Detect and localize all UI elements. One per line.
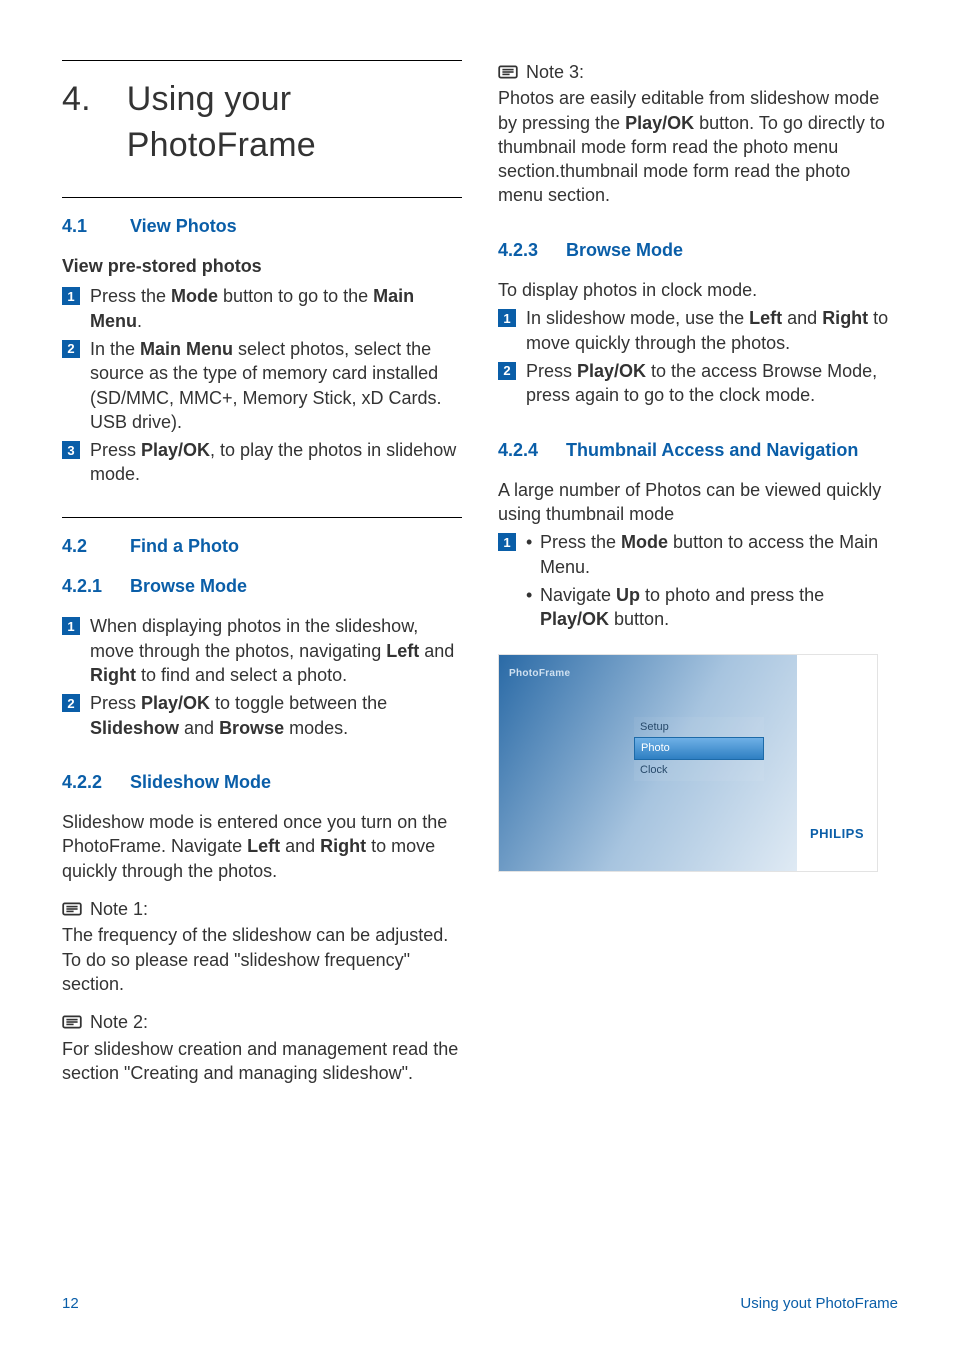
note-2-heading: Note 2: bbox=[62, 1010, 462, 1034]
section-number: 4.2.4 bbox=[498, 438, 548, 462]
note-1-heading: Note 1: bbox=[62, 897, 462, 921]
section-4-1-heading: 4.1 View Photos bbox=[62, 214, 462, 238]
step-body: In slideshow mode, use the Left and Righ… bbox=[526, 306, 898, 355]
section-4-2-2-heading: 4.2.2 Slideshow Mode bbox=[62, 770, 462, 794]
rule-4-1 bbox=[62, 197, 462, 198]
chapter-title: Using your PhotoFrame bbox=[127, 77, 462, 169]
step-body: Press Play/OK to toggle between the Slid… bbox=[90, 691, 462, 740]
device-screenshot: PhotoFrame Setup Photo Clock PHILIPS bbox=[498, 654, 878, 872]
section-4-2-4-heading: 4.2.4 Thumbnail Access and Navigation bbox=[498, 438, 898, 462]
device-bezel: PHILIPS bbox=[797, 655, 877, 871]
section-title: Slideshow Mode bbox=[130, 770, 271, 794]
menu-item-clock: Clock bbox=[634, 760, 764, 781]
rule-top-left bbox=[62, 60, 462, 61]
step: 1 Press the Mode button to access the Ma… bbox=[498, 530, 898, 635]
section-4-2-3-heading: 4.2.3 Browse Mode bbox=[498, 238, 898, 262]
note-icon bbox=[62, 901, 82, 917]
step: 1 In slideshow mode, use the Left and Ri… bbox=[498, 306, 898, 355]
device-screen: PhotoFrame Setup Photo Clock bbox=[499, 655, 797, 871]
bullet-list: Press the Mode button to access the Main… bbox=[526, 530, 898, 631]
section-4-2-heading: 4.2 Find a Photo bbox=[62, 534, 462, 558]
step-body: Press the Mode button to go to the Main … bbox=[90, 284, 462, 333]
step-number-1: 1 bbox=[62, 617, 80, 635]
note-icon bbox=[62, 1014, 82, 1030]
device-product-label: PhotoFrame bbox=[509, 667, 570, 681]
step-body: Press the Mode button to access the Main… bbox=[526, 530, 898, 635]
step: 2 Press Play/OK to toggle between the Sl… bbox=[62, 691, 462, 740]
chapter-heading: 4. Using your PhotoFrame bbox=[62, 77, 462, 169]
step-number-2: 2 bbox=[498, 362, 516, 380]
menu-item-setup: Setup bbox=[634, 717, 764, 738]
note-label: Note 1: bbox=[90, 897, 148, 921]
note-label: Note 2: bbox=[90, 1010, 148, 1034]
paragraph-4-2-3-intro: To display photos in clock mode. bbox=[498, 278, 898, 302]
section-number: 4.2 bbox=[62, 534, 108, 558]
footer-label: Using yout PhotoFrame bbox=[740, 1294, 898, 1314]
section-title: Browse Mode bbox=[130, 574, 247, 598]
step-body: In the Main Menu select photos, select t… bbox=[90, 337, 462, 434]
page-footer: 12 Using yout PhotoFrame bbox=[62, 1294, 898, 1314]
note-3-heading: Note 3: bbox=[498, 60, 898, 84]
device-menu: Setup Photo Clock bbox=[634, 717, 764, 782]
subheading-prestored: View pre-stored photos bbox=[62, 254, 462, 278]
note-1-body: The frequency of the slideshow can be ad… bbox=[62, 923, 462, 996]
step: 2 In the Main Menu select photos, select… bbox=[62, 337, 462, 434]
step-number-2: 2 bbox=[62, 694, 80, 712]
step-number-1: 1 bbox=[498, 533, 516, 551]
paragraph-4-2-4-intro: A large number of Photos can be viewed q… bbox=[498, 478, 898, 527]
step-body: When displaying photos in the slideshow,… bbox=[90, 614, 462, 687]
rule-4-2 bbox=[62, 517, 462, 518]
step: 3 Press Play/OK, to play the photos in s… bbox=[62, 438, 462, 487]
section-number: 4.2.3 bbox=[498, 238, 548, 262]
page: 4. Using your PhotoFrame 4.1 View Photos… bbox=[0, 0, 954, 1354]
section-title: View Photos bbox=[130, 214, 237, 238]
page-number: 12 bbox=[62, 1294, 79, 1314]
section-title: Find a Photo bbox=[130, 534, 239, 558]
note-3-body: Photos are easily editable from slidesho… bbox=[498, 86, 898, 207]
note-icon bbox=[498, 64, 518, 80]
bullet-item: Press the Mode button to access the Main… bbox=[526, 530, 898, 579]
brand-logo: PHILIPS bbox=[810, 825, 864, 843]
step: 2 Press Play/OK to the access Browse Mod… bbox=[498, 359, 898, 408]
note-2-body: For slideshow creation and management re… bbox=[62, 1037, 462, 1086]
section-title: Browse Mode bbox=[566, 238, 683, 262]
step-number-3: 3 bbox=[62, 441, 80, 459]
left-column: 4. Using your PhotoFrame 4.1 View Photos… bbox=[62, 60, 462, 1089]
section-number: 4.1 bbox=[62, 214, 108, 238]
menu-item-photo: Photo bbox=[634, 737, 764, 760]
two-column-layout: 4. Using your PhotoFrame 4.1 View Photos… bbox=[62, 60, 898, 1089]
section-number: 4.2.1 bbox=[62, 574, 112, 598]
step: 1 When displaying photos in the slidesho… bbox=[62, 614, 462, 687]
step-number-2: 2 bbox=[62, 340, 80, 358]
step: 1 Press the Mode button to go to the Mai… bbox=[62, 284, 462, 333]
section-title: Thumbnail Access and Navigation bbox=[566, 438, 858, 462]
section-4-2-1-heading: 4.2.1 Browse Mode bbox=[62, 574, 462, 598]
step-body: Press Play/OK to the access Browse Mode,… bbox=[526, 359, 898, 408]
right-column: Note 3: Photos are easily editable from … bbox=[498, 60, 898, 1089]
paragraph-4-2-2: Slideshow mode is entered once you turn … bbox=[62, 810, 462, 883]
step-body: Press Play/OK, to play the photos in sli… bbox=[90, 438, 462, 487]
step-number-1: 1 bbox=[498, 309, 516, 327]
bullet-item: Navigate Up to photo and press the Play/… bbox=[526, 583, 898, 632]
section-number: 4.2.2 bbox=[62, 770, 112, 794]
step-number-1: 1 bbox=[62, 287, 80, 305]
note-label: Note 3: bbox=[526, 60, 584, 84]
chapter-number: 4. bbox=[62, 77, 91, 123]
